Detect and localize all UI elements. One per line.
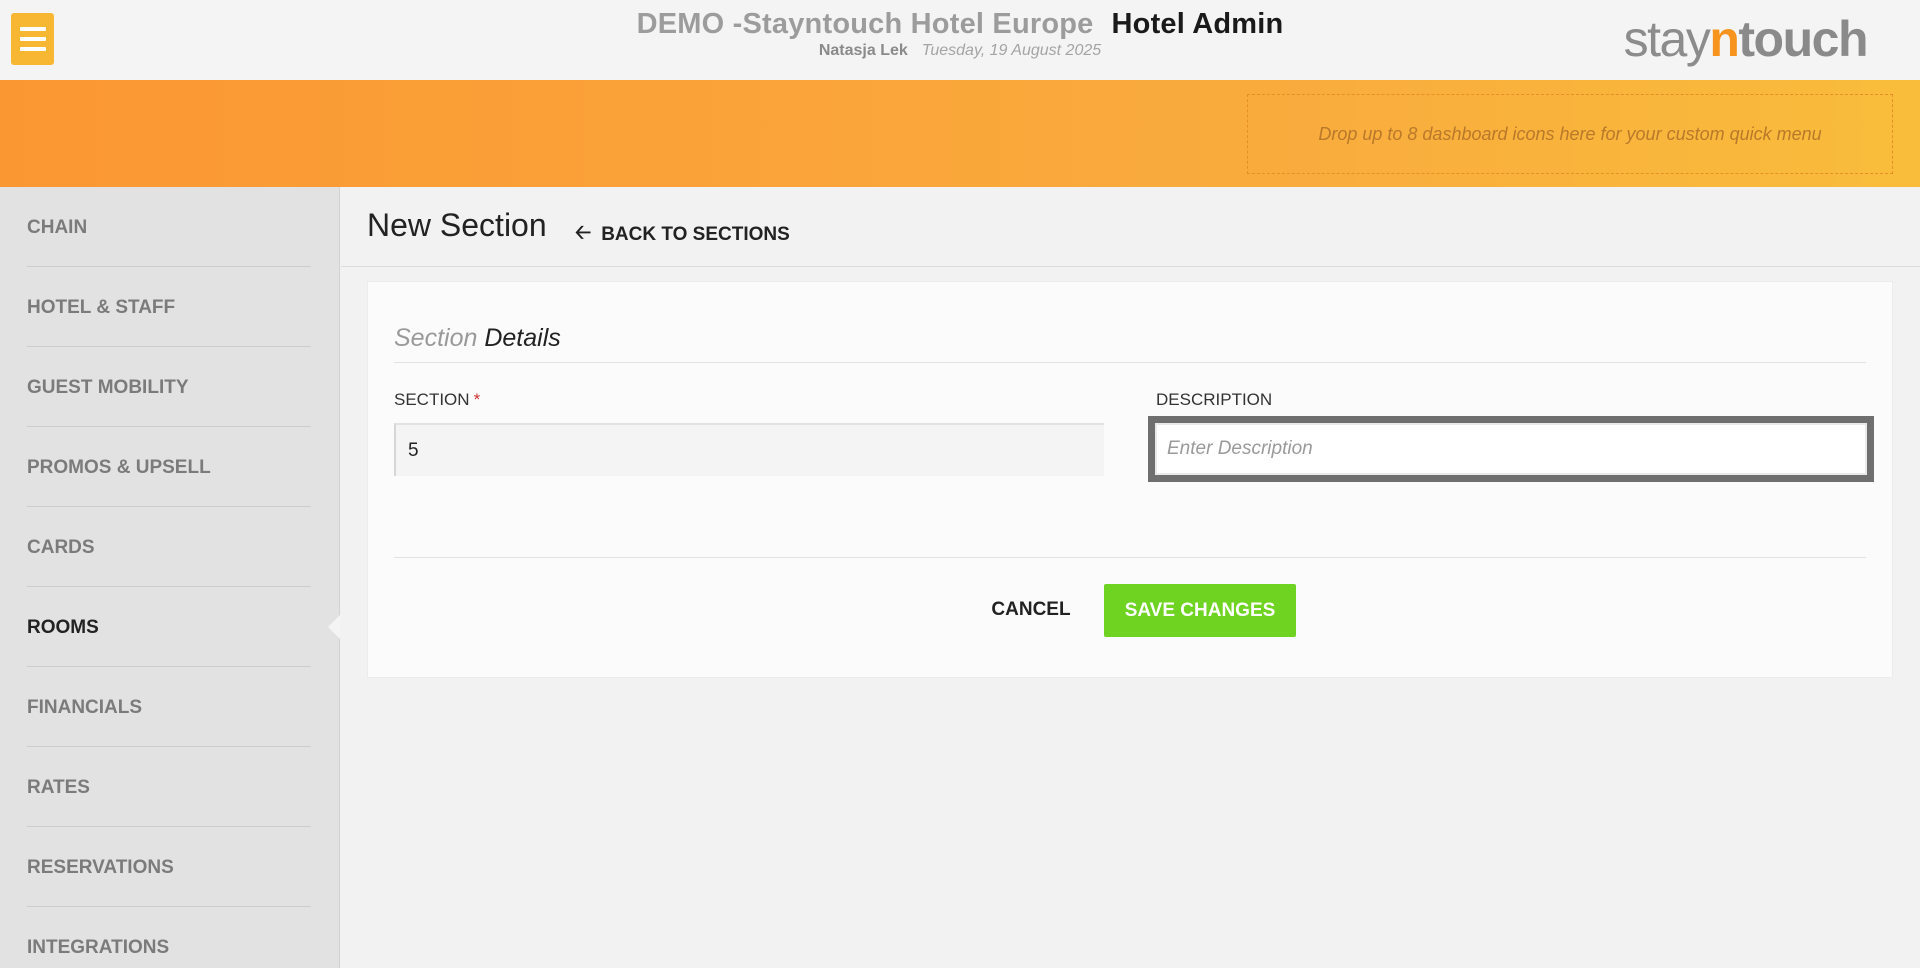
sidebar-item-rates[interactable]: RATES <box>27 747 311 827</box>
sidebar-nav: CHAIN HOTEL & STAFF GUEST MOBILITY PROMO… <box>0 187 340 968</box>
sidebar-item-label: HOTEL & STAFF <box>27 296 176 318</box>
sidebar-item-label: FINANCIALS <box>27 696 143 718</box>
sidebar-item-label: RESERVATIONS <box>27 856 174 878</box>
card-title: Section Details <box>394 324 1866 363</box>
sidebar-item-financials[interactable]: FINANCIALS <box>27 667 311 747</box>
save-changes-button[interactable]: SAVE CHANGES <box>1104 584 1296 637</box>
sidebar-item-reservations[interactable]: RESERVATIONS <box>27 827 311 907</box>
sidebar-item-label: CHAIN <box>27 216 88 238</box>
hotel-name: DEMO -Stayntouch Hotel Europe <box>636 8 1094 40</box>
sidebar-item-cards[interactable]: CARDS <box>27 507 311 587</box>
sidebar-item-label: PROMOS & UPSELL <box>27 456 211 478</box>
page-heading: New Section 🡠 BACK TO SECTIONS <box>341 187 1920 267</box>
stayntouch-logo: stayntouch <box>1623 10 1869 68</box>
sidebar-item-hotel-staff[interactable]: HOTEL & STAFF <box>27 267 311 347</box>
sidebar-item-label: RATES <box>27 776 90 798</box>
logo-text-stay: stay <box>1623 11 1711 67</box>
quick-menu-drop-zone[interactable]: Drop up to 8 dashboard icons here for yo… <box>1247 94 1893 174</box>
cancel-button[interactable]: CANCEL <box>983 584 1079 636</box>
description-input[interactable] <box>1148 416 1874 482</box>
sidebar-item-label: INTEGRATIONS <box>27 936 170 958</box>
logo-text-n: n <box>1709 11 1740 67</box>
description-field-label: DESCRIPTION <box>1156 390 1272 410</box>
sidebar-item-rooms[interactable]: ROOMS <box>27 587 311 667</box>
app-name: Hotel Admin <box>1111 8 1284 40</box>
sidebar-item-label: CARDS <box>27 536 95 558</box>
card-title-light: Section <box>394 324 478 352</box>
top-header: DEMO -Stayntouch Hotel Europe Hotel Admin… <box>0 0 1920 80</box>
section-details-card: Section Details SECTION* DESCRIPTION CAN… <box>367 281 1893 678</box>
sidebar-item-label: ROOMS <box>27 616 99 638</box>
sidebar-item-integrations[interactable]: INTEGRATIONS <box>27 907 311 968</box>
quick-menu-band: Drop up to 8 dashboard icons here for yo… <box>0 80 1920 187</box>
page-title: New Section <box>367 207 547 243</box>
sidebar-item-chain[interactable]: CHAIN <box>27 187 311 267</box>
logo-text-touch: touch <box>1738 11 1868 67</box>
quick-menu-drop-text: Drop up to 8 dashboard icons here for yo… <box>1318 123 1822 144</box>
card-title-dark: Details <box>484 324 561 352</box>
business-date: Tuesday, 19 August 2025 <box>921 42 1102 59</box>
sidebar-item-guest-mobility[interactable]: GUEST MOBILITY <box>27 347 311 427</box>
section-field-label: SECTION * <box>394 390 480 410</box>
description-label-text: DESCRIPTION <box>1156 390 1273 409</box>
back-to-sections-link[interactable]: 🡠 BACK TO SECTIONS <box>575 218 790 252</box>
section-input[interactable] <box>394 423 1104 476</box>
sidebar-item-promos-upsell[interactable]: PROMOS & UPSELL <box>27 427 311 507</box>
sidebar-item-label: GUEST MOBILITY <box>27 376 189 398</box>
arrow-left-icon: 🡠 <box>575 222 592 244</box>
back-link-label: BACK TO SECTIONS <box>601 224 790 245</box>
divider <box>394 557 1866 558</box>
required-asterisk: * <box>473 390 481 409</box>
user-name: Natasja Lek <box>818 42 908 59</box>
section-label-text: SECTION <box>394 390 470 409</box>
